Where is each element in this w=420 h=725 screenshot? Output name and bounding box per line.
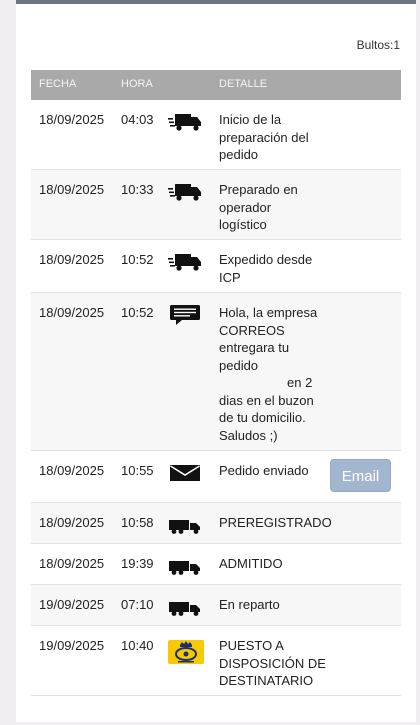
correos-logo-icon bbox=[168, 640, 204, 664]
delivery-truck-icon bbox=[168, 254, 201, 271]
row-date: 18/09/2025 bbox=[39, 515, 105, 530]
row-date: 19/09/2025 bbox=[39, 597, 105, 612]
email-button[interactable]: Email bbox=[330, 459, 391, 492]
row-time: 04:03 bbox=[121, 112, 154, 127]
table-row: 18/09/2025 10:52 Expedido desde ICP bbox=[31, 240, 401, 293]
row-detail: ADMITIDO bbox=[219, 556, 283, 571]
table-row: 18/09/2025 10:55 Pedido enviado Email bbox=[31, 451, 401, 503]
lorry-icon bbox=[169, 561, 200, 575]
row-time: 10:58 bbox=[121, 515, 154, 530]
lorry-icon bbox=[169, 520, 200, 534]
row-detail: PREREGISTRADO bbox=[219, 515, 332, 530]
row-time: 10:55 bbox=[121, 463, 154, 478]
row-time: 10:52 bbox=[121, 252, 154, 267]
table-row: 19/09/2025 07:10 En reparto bbox=[31, 585, 401, 626]
lorry-icon bbox=[169, 602, 200, 616]
tracking-card: Bultos:1 FECHA HORA DETALLE 18/09/2025 0… bbox=[16, 0, 416, 722]
row-detail: Pedido enviado bbox=[219, 463, 309, 478]
row-detail: Expedido desde ICP bbox=[219, 252, 313, 285]
row-time: 07:10 bbox=[121, 597, 154, 612]
row-date: 18/09/2025 bbox=[39, 463, 105, 478]
delivery-truck-icon bbox=[168, 184, 201, 201]
row-date: 18/09/2025 bbox=[39, 112, 105, 127]
row-detail: Inicio de la preparación del pedido bbox=[219, 112, 309, 162]
column-fecha: FECHA bbox=[39, 78, 77, 90]
message-bubble-icon bbox=[170, 305, 200, 325]
row-detail: Preparado en operador logístico bbox=[219, 182, 298, 232]
row-date: 19/09/2025 bbox=[39, 638, 105, 653]
row-detail: PUESTO A DISPOSICIÓN DE DESTINATARIO bbox=[219, 638, 326, 688]
row-time: 10:40 bbox=[121, 638, 154, 653]
row-date: 18/09/2025 bbox=[39, 305, 105, 320]
table-row: 19/09/2025 10:40 PUESTO A DISPOSICIÓN DE… bbox=[31, 626, 401, 696]
row-time: 10:52 bbox=[121, 305, 154, 320]
row-detail: Hola, la empresa CORREOS entregara tu pe… bbox=[219, 305, 318, 443]
table-row: 18/09/2025 10:33 Preparado en operador l… bbox=[31, 170, 401, 240]
table-row: 18/09/2025 04:03 Inicio de la preparació… bbox=[31, 100, 401, 170]
row-date: 18/09/2025 bbox=[39, 556, 105, 571]
row-time: 19:39 bbox=[121, 556, 154, 571]
bultos-count: Bultos:1 bbox=[356, 38, 400, 52]
envelope-icon bbox=[170, 465, 200, 481]
table-row: 18/09/2025 19:39 ADMITIDO bbox=[31, 544, 401, 585]
column-detalle: DETALLE bbox=[219, 78, 268, 90]
row-time: 10:33 bbox=[121, 182, 154, 197]
table-row: 18/09/2025 10:58 PREREGISTRADO bbox=[31, 503, 401, 544]
column-hora: HORA bbox=[121, 78, 153, 90]
delivery-truck-icon bbox=[168, 114, 201, 131]
table-header: FECHA HORA DETALLE bbox=[31, 70, 401, 100]
tracking-table: FECHA HORA DETALLE 18/09/2025 04:03 Inic… bbox=[31, 70, 401, 696]
row-date: 18/09/2025 bbox=[39, 182, 105, 197]
table-row: 18/09/2025 10:52 Hola, la empresa CORREO… bbox=[31, 293, 401, 451]
row-detail: En reparto bbox=[219, 597, 280, 612]
row-date: 18/09/2025 bbox=[39, 252, 105, 267]
